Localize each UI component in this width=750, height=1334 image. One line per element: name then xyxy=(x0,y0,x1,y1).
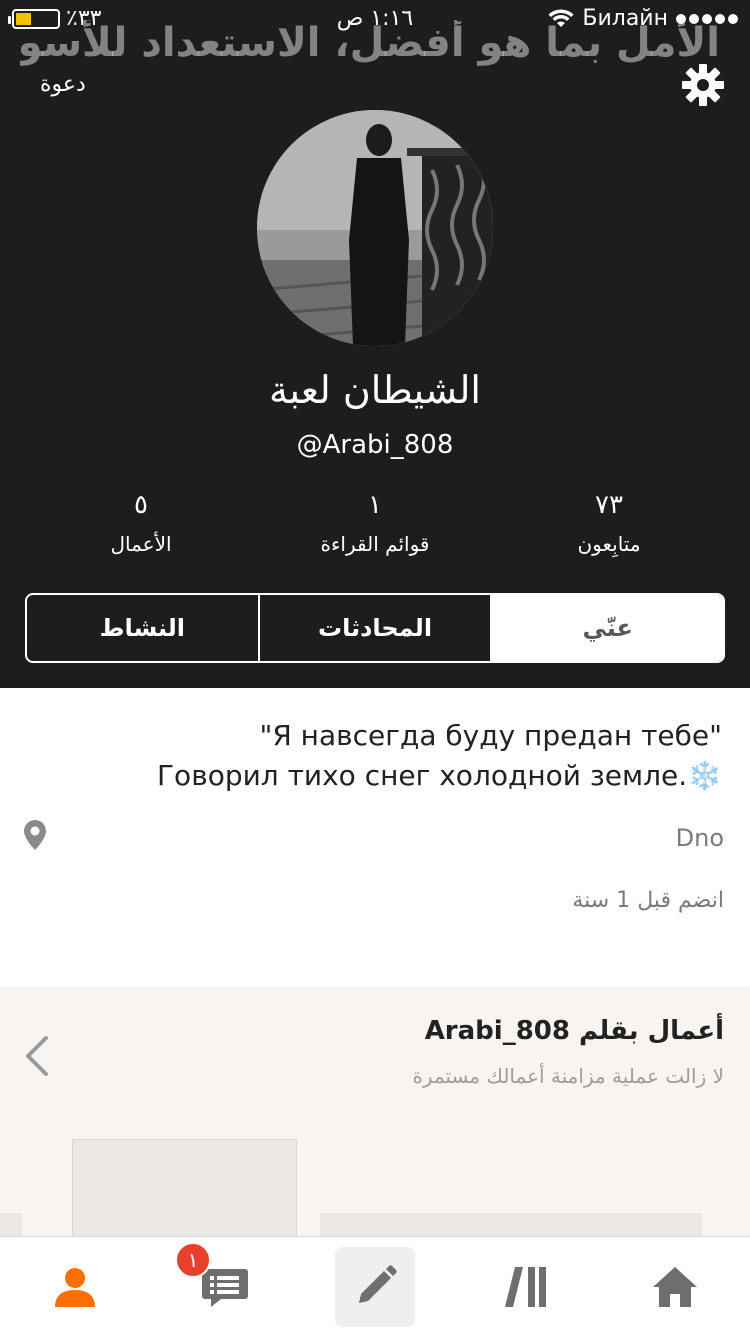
stat-reading-lists[interactable]: ١ قوائم القراءة xyxy=(285,490,465,556)
followers-count: ٧٣ xyxy=(595,490,623,520)
avatar[interactable] xyxy=(257,110,493,346)
profile-banner-text: الأمل بما هو أفضل، الاستعداد للأسوأ xyxy=(20,20,720,66)
location-text: Dno xyxy=(675,824,724,852)
stat-followers[interactable]: ٧٣ متابِعون xyxy=(519,490,699,556)
work-card-placeholder[interactable] xyxy=(72,1139,297,1236)
gear-icon[interactable] xyxy=(680,62,726,108)
chevron-left-icon[interactable] xyxy=(22,1034,52,1078)
reading-lists-label: قوائم القراءة xyxy=(320,532,430,556)
bio-line-2: Говорил тихо снег холодной земле.❄️ xyxy=(156,759,722,792)
pencil-icon xyxy=(359,1265,397,1303)
followers-label: متابِعون xyxy=(577,532,641,556)
works-title[interactable]: أعمال بقلم Arabi_808 xyxy=(425,1016,724,1046)
stat-works[interactable]: ٥ الأعمال xyxy=(51,490,231,556)
bio-line-1: "Я навсегда буду предан тебе" xyxy=(259,719,722,752)
home-icon xyxy=(653,1267,697,1307)
display-name: الشيطان لعبة xyxy=(269,368,481,412)
library-icon xyxy=(505,1267,546,1307)
profile-header: ٪٣٣ ١:١٦ ص Билайн الأمل بما هو أفضل، الا… xyxy=(0,0,750,688)
tab-activity[interactable]: النشاط xyxy=(27,595,260,661)
bottom-nav: ١ xyxy=(0,1236,750,1334)
work-card-placeholder[interactable] xyxy=(0,1213,22,1236)
bio-text: "Я навсегда буду предан тебе" Говорил ти… xyxy=(22,716,722,796)
user-icon xyxy=(55,1268,95,1307)
about-section: "Я навсегда буду предан тебе" Говорил ти… xyxy=(0,688,750,984)
works-section: أعمال بقلم Arabi_808 لا زالت عملية مزامن… xyxy=(0,986,750,1236)
location-pin-icon xyxy=(24,820,46,850)
work-card-placeholder[interactable] xyxy=(320,1213,702,1236)
nav-profile[interactable] xyxy=(35,1247,115,1327)
username: @Arabi_808 xyxy=(296,430,454,460)
nav-home[interactable] xyxy=(635,1247,715,1327)
profile-tabs: النشاط المحادثات عنّي xyxy=(25,593,725,663)
tab-conversations[interactable]: المحادثات xyxy=(260,595,493,661)
tab-about[interactable]: عنّي xyxy=(492,595,723,661)
chat-icon xyxy=(202,1269,248,1307)
invite-button[interactable]: دعوة xyxy=(40,72,86,97)
works-count: ٥ xyxy=(134,490,148,520)
nav-library[interactable] xyxy=(485,1247,565,1327)
nav-write[interactable] xyxy=(335,1247,415,1327)
reading-lists-count: ١ xyxy=(368,490,382,520)
works-subtitle: لا زالت عملية مزامنة أعمالك مستمرة xyxy=(412,1064,724,1088)
joined-text: انضم قبل 1 سنة xyxy=(572,888,724,913)
unread-badge: ١ xyxy=(175,1242,211,1278)
works-label: الأعمال xyxy=(110,532,172,556)
